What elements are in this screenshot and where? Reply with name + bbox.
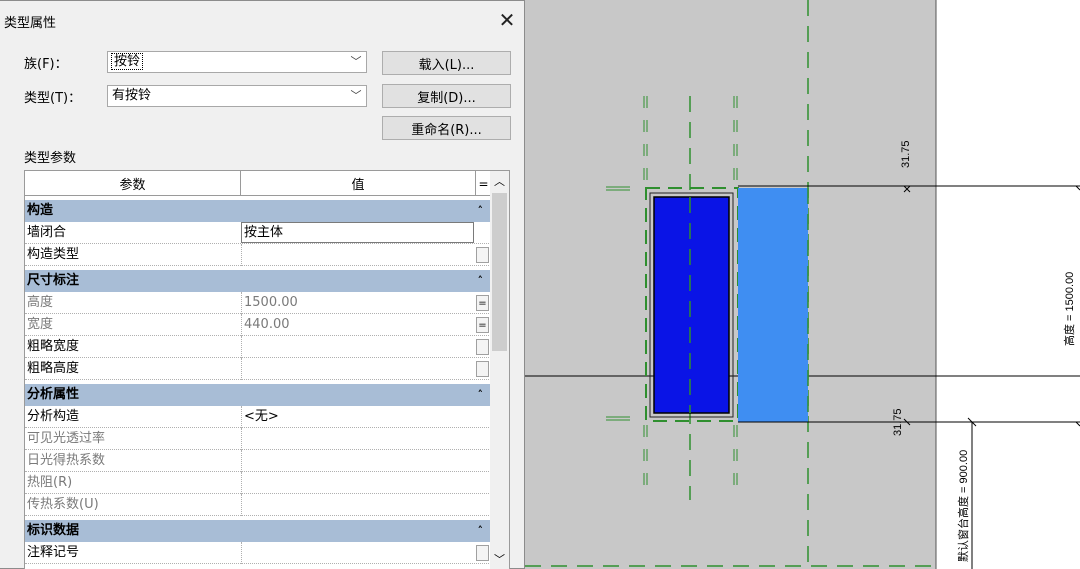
column-header-formula[interactable]: = <box>476 171 491 196</box>
param-value[interactable] <box>241 244 476 266</box>
formula-button[interactable] <box>476 361 489 377</box>
param-value[interactable] <box>241 358 476 380</box>
close-icon[interactable]: ✕ <box>494 7 520 33</box>
duplicate-button[interactable]: 复制(D)... <box>382 84 511 108</box>
type-properties-dialog: 类型属性 ✕ 族(F)： 按铃 ﹀ 类型(T)： 有按铃 ﹀ 载入(L)... … <box>0 0 525 569</box>
param-name: 构造类型 <box>27 247 80 262</box>
family-select[interactable]: 按铃 ﹀ <box>107 51 367 73</box>
param-name: 热阻(R) <box>27 475 73 490</box>
collapse-icon[interactable]: ˄ <box>478 270 484 292</box>
scroll-down-icon[interactable]: ﹀ <box>490 549 509 569</box>
dialog-title: 类型属性 <box>4 16 57 31</box>
type-label: 类型(T)： <box>24 91 82 106</box>
collapse-icon[interactable]: ˄ <box>478 200 484 222</box>
table-row[interactable]: 构造类型 <box>25 244 491 266</box>
dim-sill-label[interactable]: 默认窗台高度 = 900.00 <box>956 450 970 562</box>
param-name: 传热系数(U) <box>27 497 99 512</box>
param-value[interactable] <box>241 428 476 450</box>
scroll-thumb[interactable] <box>492 193 507 351</box>
param-name: 日光得热系数 <box>27 453 106 468</box>
param-value[interactable]: 1500.00 <box>241 292 476 314</box>
group-label: 分析属性 <box>27 387 80 402</box>
dim-top-label[interactable]: 31.75 <box>900 140 912 168</box>
group-label: 标识数据 <box>27 523 80 538</box>
param-name: 可见光透过率 <box>27 431 106 446</box>
light-blue-pane[interactable] <box>738 188 808 422</box>
group-label: 构造 <box>27 203 54 218</box>
param-value[interactable]: 440.00 <box>241 314 476 336</box>
table-row[interactable]: 高度 1500.00 = <box>25 292 491 314</box>
table-row[interactable]: 宽度 440.00 = <box>25 314 491 336</box>
formula-button[interactable]: = <box>476 317 489 333</box>
table-scrollbar[interactable]: ︿ ﹀ <box>490 170 510 569</box>
param-value[interactable] <box>241 336 476 358</box>
collapse-icon[interactable]: ˄ <box>478 520 484 542</box>
param-value[interactable] <box>241 494 476 516</box>
formula-button[interactable] <box>476 247 489 263</box>
type-parameters-label: 类型参数 <box>24 151 77 166</box>
chevron-down-icon: ﹀ <box>350 55 362 68</box>
param-name: 粗略高度 <box>27 361 80 376</box>
rename-button[interactable]: 重命名(R)... <box>382 116 511 140</box>
group-header-construction[interactable]: 构造 ˄ <box>25 200 491 222</box>
group-header-identity[interactable]: 标识数据 ˄ <box>25 520 491 542</box>
formula-button[interactable]: = <box>476 295 489 311</box>
formula-button[interactable] <box>476 545 489 561</box>
table-row[interactable]: 粗略宽度 <box>25 336 491 358</box>
family-label: 族(F)： <box>24 57 68 72</box>
dark-blue-pane[interactable] <box>653 196 730 414</box>
param-value[interactable] <box>241 450 476 472</box>
param-value[interactable] <box>241 542 476 564</box>
family-select-value: 按铃 <box>110 53 144 70</box>
param-name: 宽度 <box>27 317 54 332</box>
param-name: 粗略宽度 <box>27 339 80 354</box>
scroll-up-icon[interactable]: ︿ <box>490 171 509 191</box>
dim-height-label[interactable]: 高度 = 1500.00 <box>1062 272 1076 346</box>
param-value[interactable] <box>241 472 476 494</box>
param-name: 注释记号 <box>27 545 80 560</box>
table-row[interactable]: 传热系数(U) <box>25 494 491 516</box>
table-row[interactable]: 墙闭合 按主体 <box>25 222 491 244</box>
formula-button[interactable] <box>476 339 489 355</box>
group-header-analysis[interactable]: 分析属性 ˄ <box>25 384 491 406</box>
table-row[interactable]: 分析构造 <无> <box>25 406 491 428</box>
table-row[interactable]: 注释记号 <box>25 542 491 564</box>
group-label: 尺寸标注 <box>27 273 80 288</box>
collapse-icon[interactable]: ˄ <box>478 384 484 406</box>
param-name: 高度 <box>27 295 54 310</box>
chevron-down-icon: ﹀ <box>350 89 362 102</box>
table-row[interactable]: 粗略高度 <box>25 358 491 380</box>
param-name: 分析构造 <box>27 409 80 424</box>
type-select-value: 有按铃 <box>112 88 152 103</box>
column-header-value[interactable]: 值 <box>241 171 476 196</box>
param-value[interactable]: <无> <box>241 406 476 428</box>
table-row[interactable]: 热阻(R) <box>25 472 491 494</box>
dim-bottom-label[interactable]: 31.75 <box>892 408 904 436</box>
column-header-parameter[interactable]: 参数 <box>25 171 241 196</box>
parameter-table: 参数 值 = 构造 ˄ 墙闭合 按主体 构造类型 尺寸标注 ˄ 高度 1500.… <box>24 170 510 569</box>
group-header-dimensions[interactable]: 尺寸标注 ˄ <box>25 270 491 292</box>
load-button[interactable]: 载入(L)... <box>382 51 511 75</box>
table-row[interactable]: 可见光透过率 <box>25 428 491 450</box>
param-value-input[interactable]: 按主体 <box>241 222 474 243</box>
type-select[interactable]: 有按铃 ﹀ <box>107 85 367 107</box>
param-name: 墙闭合 <box>27 225 67 240</box>
table-row[interactable]: 日光得热系数 <box>25 450 491 472</box>
table-header: 参数 值 = <box>25 171 509 196</box>
